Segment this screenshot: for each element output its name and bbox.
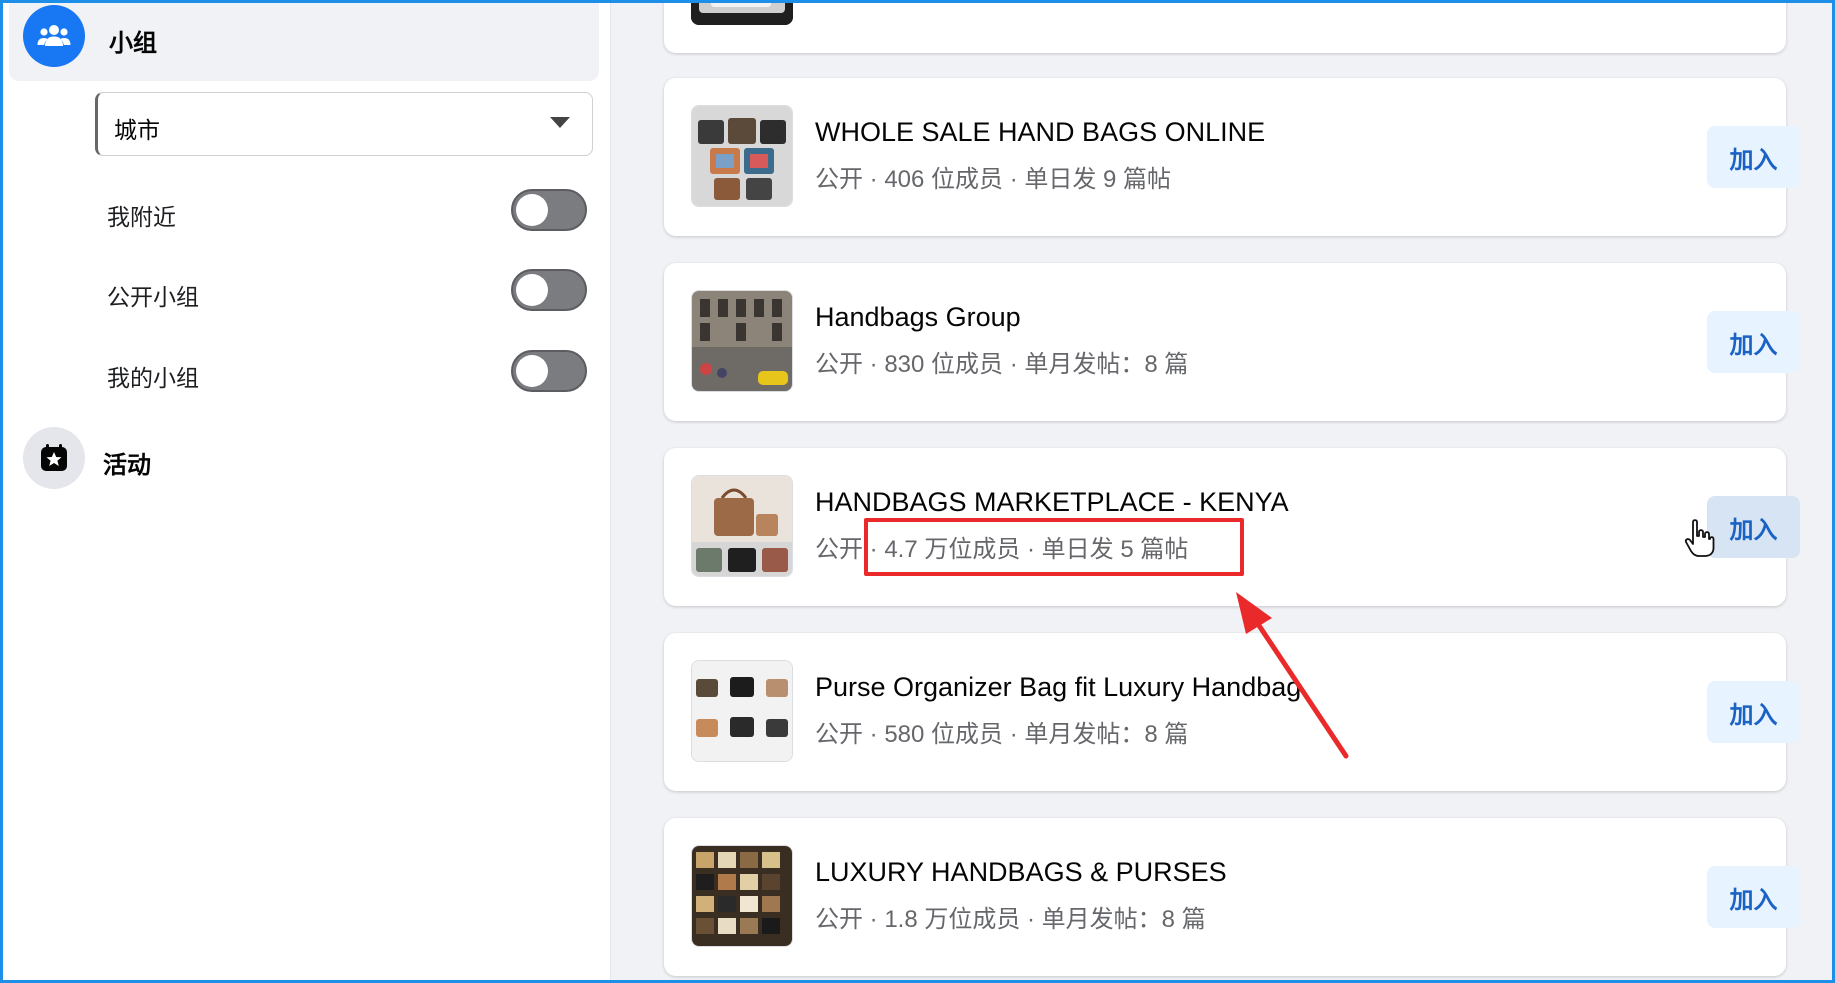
annotation-arrow (1236, 592, 1349, 759)
hand-cursor-icon (1684, 519, 1715, 557)
